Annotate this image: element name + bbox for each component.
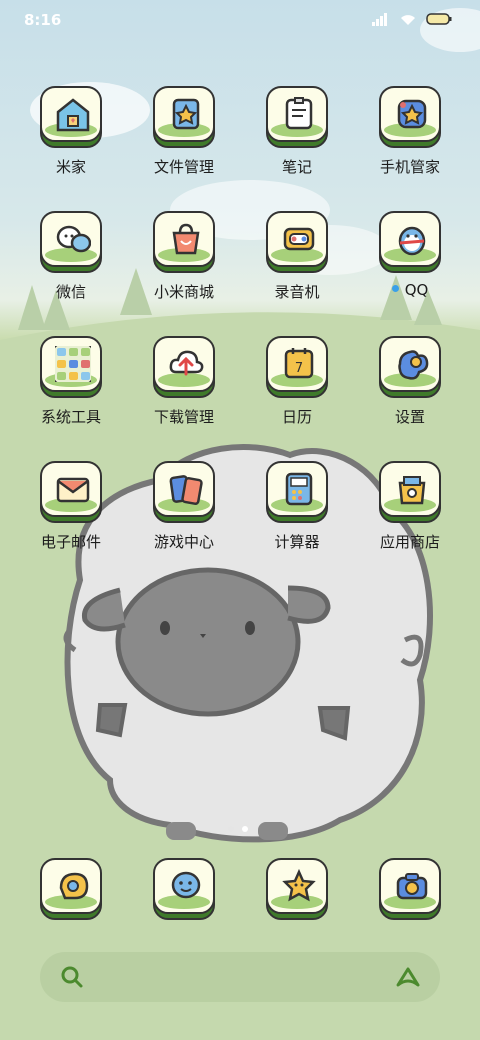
app-label: 日历 [281, 408, 312, 426]
app-icon-tile[interactable] [153, 336, 215, 398]
camera-icon [396, 873, 428, 900]
page-indicator[interactable] [228, 826, 248, 832]
app-store-bag-icon [398, 476, 426, 505]
app-icon-tile[interactable] [266, 86, 328, 148]
calculator-icon [285, 472, 313, 506]
app-icon-tile[interactable] [379, 86, 441, 148]
penguin-icon [398, 226, 426, 256]
app-game-cards[interactable]: 游戏中心 [128, 461, 240, 552]
app-icon-tile[interactable]: 7 [266, 336, 328, 398]
gear-icon [398, 350, 429, 380]
security-icon [397, 99, 427, 129]
app-folder-grid[interactable]: 系统工具 [15, 336, 127, 427]
app-envelope[interactable]: 电子邮件 [15, 461, 127, 552]
app-icon-tile[interactable] [153, 86, 215, 148]
app-label: 下载管理 [153, 408, 214, 426]
notes-icon [285, 97, 313, 130]
app-icon-tile[interactable] [40, 858, 102, 920]
app-download-cloud[interactable]: 下载管理 [128, 336, 240, 427]
app-icon-tile[interactable] [266, 211, 328, 273]
app-icon-tile[interactable] [379, 858, 441, 920]
app-icon-tile[interactable] [40, 461, 102, 523]
page-dot-1[interactable] [228, 826, 234, 832]
recorder-icon [283, 227, 315, 251]
app-label: 电子邮件 [40, 533, 101, 551]
dock-browser-star[interactable] [241, 858, 353, 920]
home-icon [56, 98, 90, 132]
app-label: 笔记 [281, 158, 312, 176]
app-icon-tile[interactable] [266, 858, 328, 920]
game-cards-icon [169, 475, 203, 505]
app-recorder[interactable]: 录音机 [241, 211, 353, 302]
app-icon-tile[interactable] [379, 336, 441, 398]
app-label: 小米商城 [153, 283, 214, 301]
notification-dot [391, 285, 399, 292]
shopping-bag-icon [172, 223, 200, 255]
folder-grid-icon [55, 346, 91, 382]
app-icon-tile[interactable] [379, 461, 441, 523]
app-gear[interactable]: 设置 [354, 336, 466, 427]
app-label: 手机管家 [379, 158, 440, 176]
status-bar: 8:16 [0, 0, 480, 40]
dock-message[interactable] [128, 858, 240, 920]
search-bar[interactable] [40, 952, 440, 1002]
app-label: 设置 [394, 408, 425, 426]
app-icon-tile[interactable] [153, 858, 215, 920]
home-screen: 8:16 米家 文件管理 笔记 手机管家微信 小米商城 录音机 QQ 系统工具 下载管理 7 日历 设… [0, 0, 480, 1040]
app-shopping-bag[interactable]: 小米商城 [128, 211, 240, 302]
app-icon-tile[interactable] [266, 461, 328, 523]
app-icon-tile[interactable] [153, 211, 215, 273]
app-label: 米家 [55, 158, 86, 176]
app-notes[interactable]: 笔记 [241, 86, 353, 177]
page-dot-2[interactable] [242, 826, 248, 832]
envelope-icon [56, 477, 90, 503]
app-label: 计算器 [274, 533, 320, 551]
calendar-icon: 7 [284, 348, 314, 379]
signal-icon [372, 13, 387, 26]
dock-phone[interactable] [15, 858, 127, 920]
dock-camera[interactable] [354, 858, 466, 920]
message-icon [171, 871, 201, 899]
app-label: 文件管理 [153, 158, 214, 176]
app-home[interactable]: 米家 [15, 86, 127, 177]
app-app-store-bag[interactable]: 应用商店 [354, 461, 466, 552]
app-icon-tile[interactable] [40, 86, 102, 148]
status-time: 8:16 [24, 11, 62, 29]
phone-icon [59, 872, 89, 900]
app-label: 录音机 [274, 283, 320, 301]
app-label: QQ [354, 281, 466, 299]
search-icon[interactable] [60, 965, 84, 989]
app-icon-tile[interactable] [40, 211, 102, 273]
calendar-day: 7 [295, 361, 303, 376]
app-calendar[interactable]: 7 日历 [241, 336, 353, 427]
app-icon-tile[interactable] [40, 336, 102, 398]
assistant-icon[interactable] [394, 965, 422, 989]
app-files[interactable]: 文件管理 [128, 86, 240, 177]
chat-bubbles-icon [56, 225, 91, 253]
app-icon-tile[interactable] [379, 211, 441, 273]
app-security[interactable]: 手机管家 [354, 86, 466, 177]
battery-icon [426, 13, 452, 25]
app-icon-tile[interactable] [153, 461, 215, 523]
wifi-icon [401, 15, 415, 25]
app-label: 系统工具 [40, 408, 101, 426]
app-calculator[interactable]: 计算器 [241, 461, 353, 552]
app-chat-bubbles[interactable]: 微信 [15, 211, 127, 302]
app-penguin[interactable]: QQ [354, 211, 466, 299]
app-label: 应用商店 [379, 533, 440, 551]
browser-star-icon [282, 868, 316, 902]
app-label: 游戏中心 [153, 533, 214, 551]
app-label: 微信 [55, 283, 86, 301]
download-cloud-icon [169, 350, 204, 376]
files-icon [172, 98, 200, 130]
